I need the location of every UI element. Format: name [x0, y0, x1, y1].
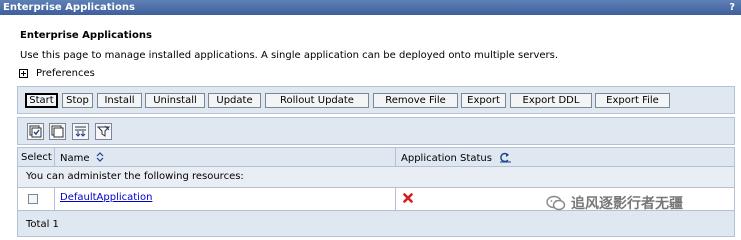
update-button[interactable]: Update [208, 93, 261, 108]
wechat-icon [546, 195, 566, 211]
deselect-all-icon[interactable] [49, 123, 66, 140]
table-header: Select Name Application Status [17, 147, 735, 167]
install-button[interactable]: Install [97, 93, 142, 108]
export-button[interactable]: Export [461, 93, 506, 108]
column-divider [54, 188, 55, 211]
page-description: Use this page to manage installed applic… [20, 50, 559, 61]
select-all-icon[interactable] [27, 123, 44, 140]
rollout-update-button[interactable]: Rollout Update [265, 93, 369, 108]
resources-note-row: You can administer the following resourc… [17, 167, 735, 187]
start-button[interactable]: Start [25, 93, 58, 108]
uninstall-button[interactable]: Uninstall [145, 93, 205, 108]
help-icon[interactable]: ? [729, 0, 735, 15]
select-column-header: Select [21, 152, 52, 163]
status-column-header: Application Status [401, 152, 512, 164]
page-title: Enterprise Applications [20, 30, 152, 41]
table-footer: Total 1 [17, 211, 735, 237]
show-filter-icon[interactable] [72, 123, 89, 140]
remove-file-button[interactable]: Remove File [373, 93, 458, 108]
expand-plus-icon[interactable] [19, 69, 28, 78]
stop-button[interactable]: Stop [62, 93, 93, 108]
name-column-header[interactable]: Name [60, 152, 104, 164]
stopped-red-x-icon [403, 193, 413, 203]
column-divider [395, 188, 396, 211]
application-name-link[interactable]: DefaultApplication [60, 192, 152, 203]
sort-icon[interactable] [96, 152, 104, 162]
resources-note: You can administer the following resourc… [26, 171, 244, 182]
table-icon-toolbar [17, 117, 735, 145]
preferences-label[interactable]: Preferences [36, 68, 95, 79]
column-divider [54, 148, 55, 167]
total-count: Total 1 [26, 219, 59, 230]
refresh-status-icon[interactable] [499, 152, 512, 163]
column-divider [395, 148, 396, 167]
watermark: 追风逐影行者无疆 [546, 193, 683, 213]
watermark-text: 追风逐影行者无疆 [571, 196, 683, 212]
preferences-toggle[interactable]: Preferences [19, 68, 95, 79]
export-ddl-button[interactable]: Export DDL [510, 93, 592, 108]
status-header-label: Application Status [401, 153, 492, 164]
clear-filter-icon[interactable] [95, 123, 112, 140]
portlet-titlebar: Enterprise Applications ? [0, 0, 741, 15]
row-select-checkbox[interactable] [28, 194, 38, 204]
titlebar-title: Enterprise Applications [3, 2, 135, 13]
export-file-button[interactable]: Export File [595, 93, 670, 108]
button-toolbar: Start Stop Install Uninstall Update Roll… [17, 86, 735, 114]
name-header-label[interactable]: Name [60, 153, 90, 164]
